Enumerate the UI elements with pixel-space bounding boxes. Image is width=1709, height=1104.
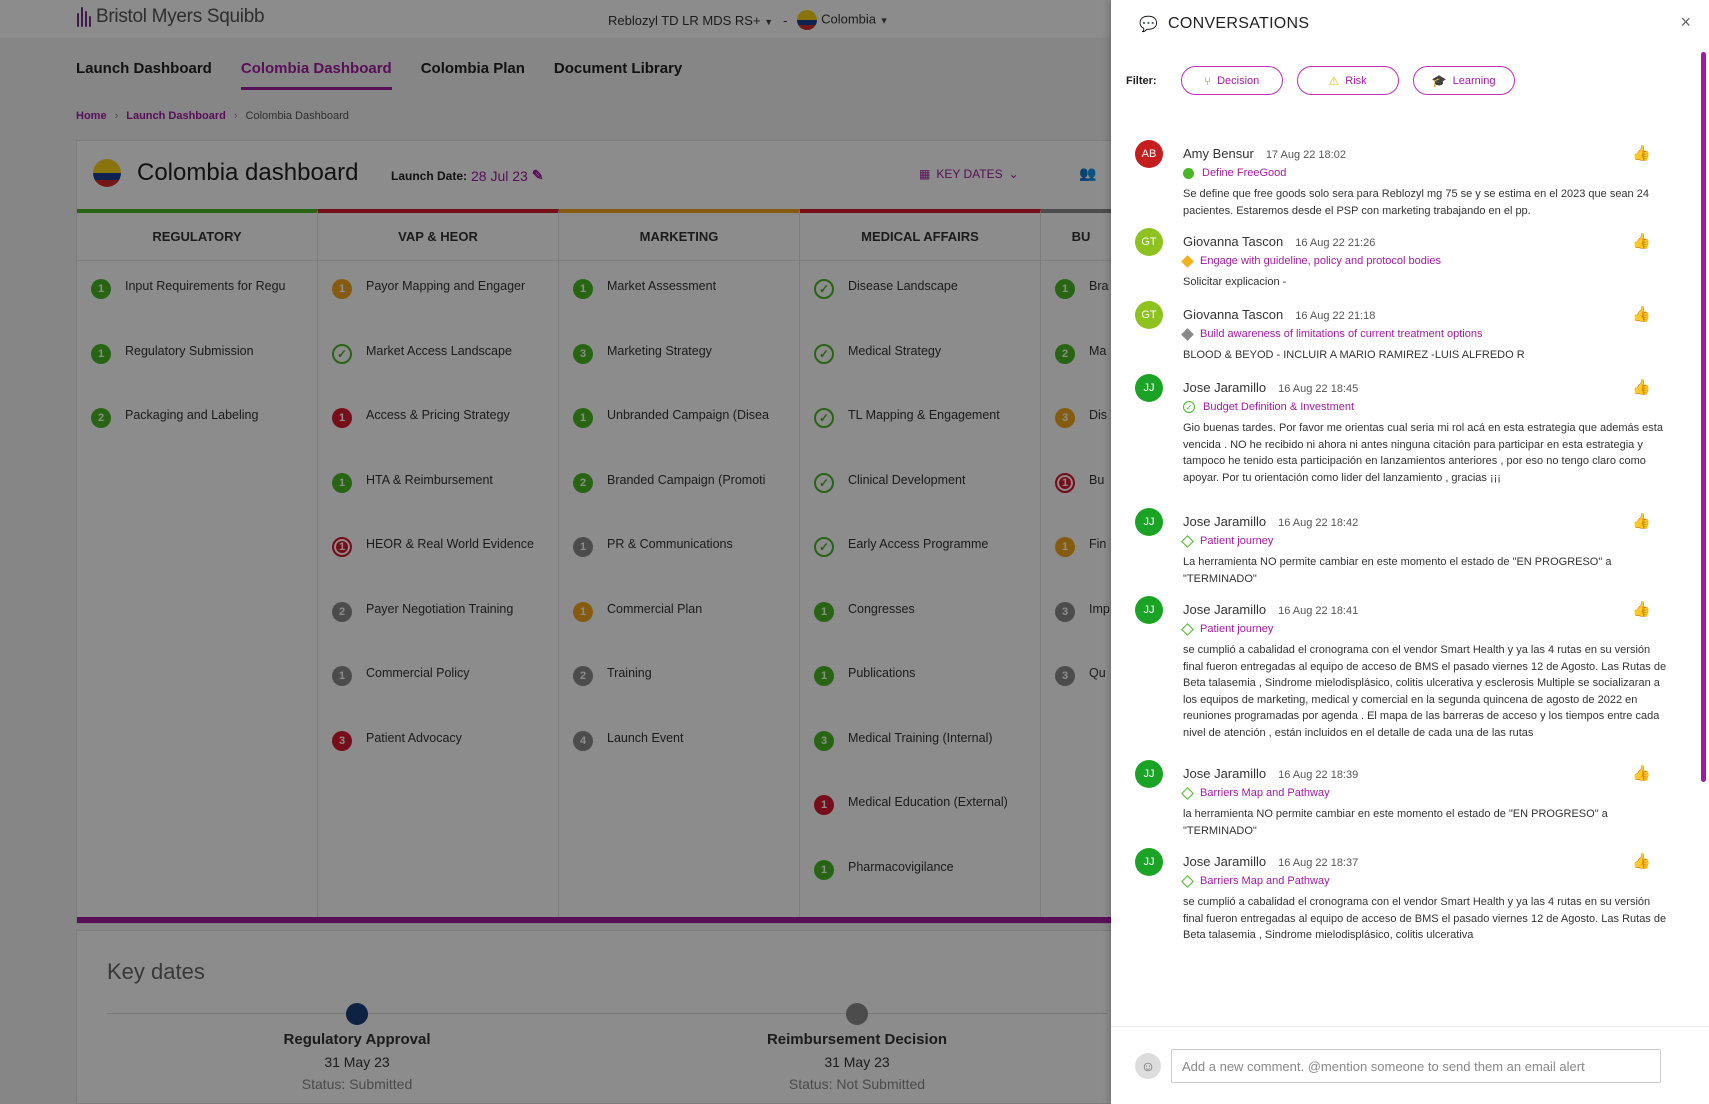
message-topic[interactable]: Build awareness of limitations of curren… (1181, 327, 1483, 341)
author-name[interactable]: Jose Jaramillo (1183, 766, 1266, 781)
message-body: BLOOD & BEYOD - INCLUIR A MARIO RAMIREZ … (1183, 349, 1525, 361)
diamond-outline-icon (1181, 622, 1194, 636)
message-header: Giovanna Tascon 16 Aug 22 21:26 (1183, 234, 1375, 249)
message-timestamp: 16 Aug 22 18:42 (1278, 517, 1359, 529)
panel-title: 💬 CONVERSATIONS (1139, 15, 1309, 33)
message-body: Gio buenas tardes. Por favor me orientas… (1183, 422, 1663, 484)
author-name[interactable]: Jose Jaramillo (1183, 380, 1266, 395)
topic-label: Budget Definition & Investment (1203, 401, 1355, 413)
comment-input[interactable] (1171, 1049, 1661, 1083)
message-timestamp: 16 Aug 22 18:41 (1278, 605, 1359, 617)
graduation-cap-icon: 🎓 (1431, 73, 1447, 88)
author-avatar[interactable]: JJ (1135, 508, 1163, 536)
author-avatar[interactable]: GT (1135, 301, 1163, 329)
conversation-feed: AB Amy Bensur 17 Aug 22 18:02 👍 Define FreeG… (1111, 140, 1709, 1002)
message-timestamp: 16 Aug 22 18:39 (1278, 769, 1359, 781)
message-timestamp: 16 Aug 22 21:18 (1295, 310, 1376, 322)
message-timestamp: 17 Aug 22 18:02 (1265, 149, 1346, 161)
thumbs-up-icon[interactable]: 👍 (1632, 378, 1651, 396)
author-avatar[interactable]: JJ (1135, 596, 1163, 624)
message-timestamp: 16 Aug 22 21:26 (1295, 237, 1376, 249)
author-avatar[interactable]: AB (1135, 140, 1163, 168)
message-timestamp: 16 Aug 22 18:37 (1278, 857, 1359, 869)
filter-learning-label: Learning (1452, 74, 1496, 87)
panel-header: 💬 CONVERSATIONS × (1111, 0, 1709, 48)
close-icon[interactable]: × (1680, 12, 1691, 33)
author-avatar[interactable]: JJ (1135, 760, 1163, 788)
author-name[interactable]: Jose Jaramillo (1183, 854, 1266, 869)
author-avatar[interactable]: JJ (1135, 848, 1163, 876)
filter-decision-chip[interactable]: ⑂ Decision (1180, 66, 1283, 95)
message-body: Solicitar explicacion - (1183, 276, 1287, 288)
filter-risk-chip[interactable]: ⚠ Risk (1296, 66, 1399, 95)
conversations-panel: 💬 CONVERSATIONS × Filter: ⑂ Decision ⚠ R… (1111, 0, 1709, 1104)
message-topic[interactable]: Define FreeGood (1183, 167, 1286, 179)
author-name[interactable]: Jose Jaramillo (1183, 514, 1266, 529)
topic-label: Engage with guideline, policy and protoc… (1200, 255, 1441, 267)
diamond-outline-icon (1181, 874, 1194, 888)
diamond-outline-icon (1181, 534, 1194, 548)
chat-bubbles-icon: 💬 (1139, 16, 1158, 33)
message-topic[interactable]: Engage with guideline, policy and protoc… (1181, 254, 1441, 268)
message-header: Jose Jaramillo 16 Aug 22 18:45 (1183, 380, 1358, 395)
comment-bar: ☺ (1111, 1026, 1709, 1104)
topic-label: Patient journey (1200, 623, 1274, 635)
message-body: La herramienta NO permite cambiar en est… (1183, 556, 1612, 585)
author-name[interactable]: Giovanna Tascon (1183, 234, 1283, 249)
message-body: se cumplió a cabalidad el cronograma con… (1183, 896, 1667, 941)
message-header: Jose Jaramillo 16 Aug 22 18:41 (1183, 602, 1358, 617)
message-topic[interactable]: Patient journey (1181, 622, 1274, 636)
modal-backdrop[interactable] (0, 0, 1111, 1104)
warning-icon: ⚠ (1328, 73, 1340, 88)
message-topic[interactable]: Barriers Map and Pathway (1181, 786, 1330, 800)
message-body: la herramienta NO permite cambiar en est… (1183, 808, 1608, 837)
thumbs-up-icon[interactable]: 👍 (1632, 512, 1651, 530)
message-body: se cumplió a cabalidad el cronograma con… (1183, 644, 1667, 739)
message-header: Jose Jaramillo 16 Aug 22 18:42 (1183, 514, 1358, 529)
topic-label: Barriers Map and Pathway (1200, 787, 1330, 799)
diamond-icon (1181, 254, 1194, 268)
check-circle-icon: ✓ (1183, 401, 1195, 413)
current-user-avatar: ☺ (1135, 1053, 1161, 1079)
author-name[interactable]: Amy Bensur (1183, 146, 1254, 161)
author-avatar[interactable]: JJ (1135, 374, 1163, 402)
filter-label: Filter: (1126, 74, 1157, 87)
message-topic[interactable]: Patient journey (1181, 534, 1274, 548)
filter-decision-label: Decision (1217, 74, 1260, 87)
panel-title-text: CONVERSATIONS (1167, 15, 1310, 32)
filter-row: Filter: ⑂ Decision ⚠ Risk 🎓 Learning (1126, 66, 1515, 95)
branch-icon: ⑂ (1203, 73, 1212, 88)
thumbs-up-icon[interactable]: 👍 (1632, 305, 1651, 323)
topic-label: Barriers Map and Pathway (1200, 875, 1330, 887)
status-dot-icon (1183, 167, 1194, 179)
message-header: Giovanna Tascon 16 Aug 22 21:18 (1183, 307, 1375, 322)
message-body: Se define que free goods solo sera para … (1183, 188, 1649, 217)
filter-learning-chip[interactable]: 🎓 Learning (1412, 66, 1515, 95)
message-header: Jose Jaramillo 16 Aug 22 18:37 (1183, 854, 1358, 869)
author-avatar[interactable]: GT (1135, 228, 1163, 256)
author-name[interactable]: Giovanna Tascon (1183, 307, 1283, 322)
topic-label: Build awareness of limitations of curren… (1200, 328, 1483, 340)
message-topic[interactable]: ✓ Budget Definition & Investment (1183, 401, 1354, 413)
topic-label: Patient journey (1200, 535, 1274, 547)
author-name[interactable]: Jose Jaramillo (1183, 602, 1266, 617)
message-timestamp: 16 Aug 22 18:45 (1278, 383, 1359, 395)
message-header: Amy Bensur 17 Aug 22 18:02 (1183, 146, 1346, 161)
thumbs-up-icon[interactable]: 👍 (1632, 232, 1651, 250)
filter-risk-label: Risk (1345, 74, 1367, 87)
message-topic[interactable]: Barriers Map and Pathway (1181, 874, 1330, 888)
thumbs-up-icon[interactable]: 👍 (1632, 764, 1651, 782)
thumbs-up-icon[interactable]: 👍 (1632, 852, 1651, 870)
topic-label: Define FreeGood (1202, 167, 1287, 179)
message-header: Jose Jaramillo 16 Aug 22 18:39 (1183, 766, 1358, 781)
thumbs-up-icon[interactable]: 👍 (1632, 600, 1651, 618)
thumbs-up-icon[interactable]: 👍 (1632, 144, 1651, 162)
diamond-icon (1181, 327, 1194, 341)
diamond-outline-icon (1181, 786, 1194, 800)
